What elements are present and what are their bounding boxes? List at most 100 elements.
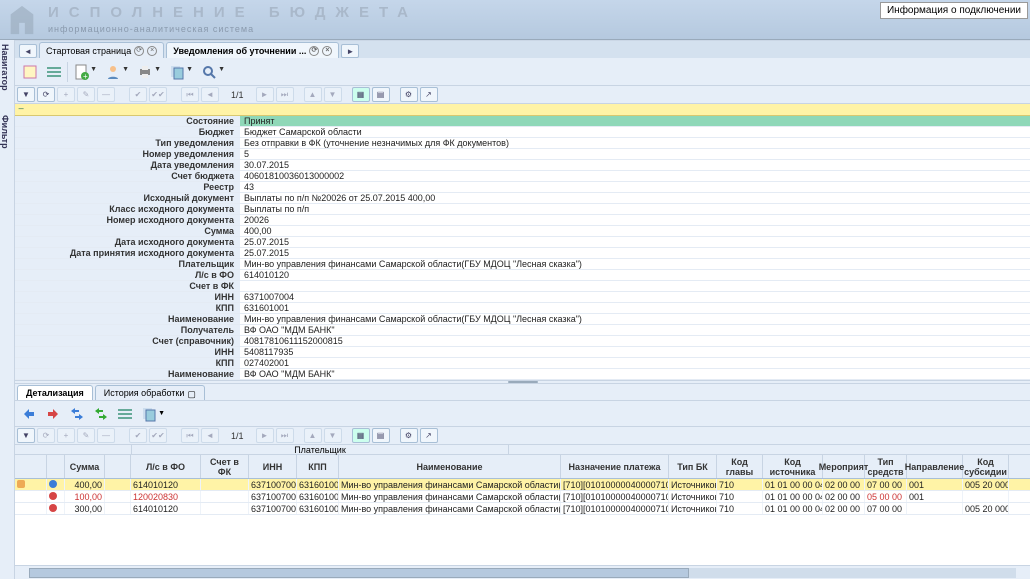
form-value[interactable]: 6371007004: [240, 292, 1030, 302]
sub-copy-button[interactable]: ▼: [139, 404, 159, 424]
move-down[interactable]: ▼: [324, 87, 342, 102]
tab-history[interactable]: История обработки▢: [95, 385, 206, 400]
filter-rail[interactable]: Фильтр: [0, 111, 10, 149]
form-value[interactable]: Мин-во управления финансами Самарской об…: [240, 259, 1030, 269]
refresh-icon[interactable]: ⟳: [309, 46, 319, 56]
form-value[interactable]: 631601001: [240, 303, 1030, 313]
sub-tree-view[interactable]: ▤: [372, 428, 390, 443]
form-value[interactable]: Выплаты по п/п №20026 от 25.07.2015 400,…: [240, 193, 1030, 203]
refresh-button[interactable]: ⟳: [37, 87, 55, 102]
red-arrow-icon[interactable]: [43, 404, 63, 424]
col-ls[interactable]: Л/с в ФО: [131, 455, 201, 478]
table-row[interactable]: 400,006140101206371007004631601001Мин-во…: [15, 479, 1030, 491]
grid-view[interactable]: ▦: [352, 87, 370, 102]
col-fk[interactable]: Счет в ФК: [201, 455, 249, 478]
form-value[interactable]: Бюджет Самарской области: [240, 127, 1030, 137]
tab-detail[interactable]: Детализация: [17, 385, 93, 400]
col-kodgl[interactable]: Код главы: [717, 455, 763, 478]
col-kpp[interactable]: КПП: [297, 455, 339, 478]
add-button[interactable]: +: [57, 87, 75, 102]
approve-all-button[interactable]: ✔✔: [149, 87, 167, 102]
form-value[interactable]: 25.07.2015: [240, 248, 1030, 258]
sub-prev[interactable]: ◄: [201, 428, 219, 443]
green-arrows-icon[interactable]: [91, 404, 111, 424]
tab-scroll-right[interactable]: ►: [341, 44, 359, 58]
edit-button[interactable]: ✎: [77, 87, 95, 102]
col-nazn[interactable]: Назначение платежа: [561, 455, 669, 478]
sub-grid-view[interactable]: ▦: [352, 428, 370, 443]
move-up[interactable]: ▲: [304, 87, 322, 102]
form-value[interactable]: 5: [240, 149, 1030, 159]
form-value[interactable]: 20026: [240, 215, 1030, 225]
sub-next[interactable]: ►: [256, 428, 274, 443]
connection-info-button[interactable]: Информация о подключении: [880, 2, 1028, 19]
sub-up[interactable]: ▲: [304, 428, 322, 443]
tab-notifications[interactable]: Уведомления об уточнении ... ⟳ ×: [166, 42, 339, 58]
form-value[interactable]: ВФ ОАО "МДМ БАНК": [240, 325, 1030, 335]
next-page[interactable]: ►: [256, 87, 274, 102]
col-napr[interactable]: Направление: [907, 455, 963, 478]
sub-list-button[interactable]: [115, 404, 135, 424]
form-value[interactable]: 40817810611152000815: [240, 336, 1030, 346]
close-icon[interactable]: ×: [322, 46, 332, 56]
col-mer[interactable]: Мероприят: [823, 455, 865, 478]
sub-last[interactable]: ⏭: [276, 428, 294, 443]
form-value[interactable]: Мин-во управления финансами Самарской об…: [240, 314, 1030, 324]
sub-export[interactable]: ↗: [420, 428, 438, 443]
minus-button[interactable]: —: [97, 87, 115, 102]
sub-first[interactable]: ⏮: [181, 428, 199, 443]
col-name[interactable]: Наименование: [339, 455, 561, 478]
col-tipbk[interactable]: Тип БК: [669, 455, 717, 478]
form-value[interactable]: 614010120: [240, 270, 1030, 280]
col-kodist[interactable]: Код источника: [763, 455, 823, 478]
notes-button[interactable]: [19, 61, 41, 83]
form-value[interactable]: ВФ ОАО "МДМ БАНК": [240, 369, 1030, 379]
close-icon[interactable]: ×: [147, 46, 157, 56]
form-value[interactable]: [240, 281, 1030, 291]
print-button[interactable]: ▼: [134, 61, 156, 83]
form-value[interactable]: 43: [240, 182, 1030, 192]
copy-button[interactable]: ▼: [166, 61, 188, 83]
search-button[interactable]: ▼: [198, 61, 220, 83]
form-value[interactable]: 25.07.2015: [240, 237, 1030, 247]
user-actions-button[interactable]: ▼: [102, 61, 124, 83]
sub-settings[interactable]: ⚙: [400, 428, 418, 443]
col-sum[interactable]: Сумма: [65, 455, 105, 478]
export-button[interactable]: ↗: [420, 87, 438, 102]
form-value[interactable]: 40601810036013000002: [240, 171, 1030, 181]
form-value[interactable]: 027402001: [240, 358, 1030, 368]
new-document-button[interactable]: +▼: [70, 61, 92, 83]
settings-button[interactable]: ⚙: [400, 87, 418, 102]
form-value[interactable]: 30.07.2015: [240, 160, 1030, 170]
filter-toggle[interactable]: ▼: [17, 87, 35, 102]
refresh-icon[interactable]: ⟳: [134, 46, 144, 56]
table-row[interactable]: 300,006140101206371007004631601001Мин-во…: [15, 503, 1030, 515]
sub-add[interactable]: +: [57, 428, 75, 443]
collapse-icon[interactable]: −: [15, 104, 27, 115]
popout-icon[interactable]: ▢: [187, 389, 196, 398]
tree-view[interactable]: ▤: [372, 87, 390, 102]
navigator-rail[interactable]: Навигатор: [0, 40, 10, 91]
form-value[interactable]: Принят: [240, 116, 1030, 126]
sub-minus[interactable]: —: [97, 428, 115, 443]
first-page[interactable]: ⏮: [181, 87, 199, 102]
horizontal-scrollbar[interactable]: [15, 565, 1030, 579]
sub-down[interactable]: ▼: [324, 428, 342, 443]
sub-approve[interactable]: ✔: [129, 428, 147, 443]
sub-filter-toggle[interactable]: ▼: [17, 428, 35, 443]
list-button[interactable]: [43, 61, 65, 83]
approve-button[interactable]: ✔: [129, 87, 147, 102]
col-inn[interactable]: ИНН: [249, 455, 297, 478]
sub-approve-all[interactable]: ✔✔: [149, 428, 167, 443]
last-page[interactable]: ⏭: [276, 87, 294, 102]
col-kodsub[interactable]: Код субсидии: [963, 455, 1009, 478]
form-value[interactable]: Выплаты по п/п: [240, 204, 1030, 214]
tab-scroll-left[interactable]: ◄: [19, 44, 37, 58]
form-value[interactable]: 5408117935: [240, 347, 1030, 357]
form-value[interactable]: 400,00: [240, 226, 1030, 236]
tab-start-page[interactable]: Стартовая страница ⟳ ×: [39, 42, 164, 58]
form-value[interactable]: Без отправки в ФК (уточнение незначимых …: [240, 138, 1030, 148]
blue-arrow-icon[interactable]: [19, 404, 39, 424]
table-row[interactable]: 100,001200208306371007004631601001Мин-во…: [15, 491, 1030, 503]
blue-arrows-icon[interactable]: [67, 404, 87, 424]
